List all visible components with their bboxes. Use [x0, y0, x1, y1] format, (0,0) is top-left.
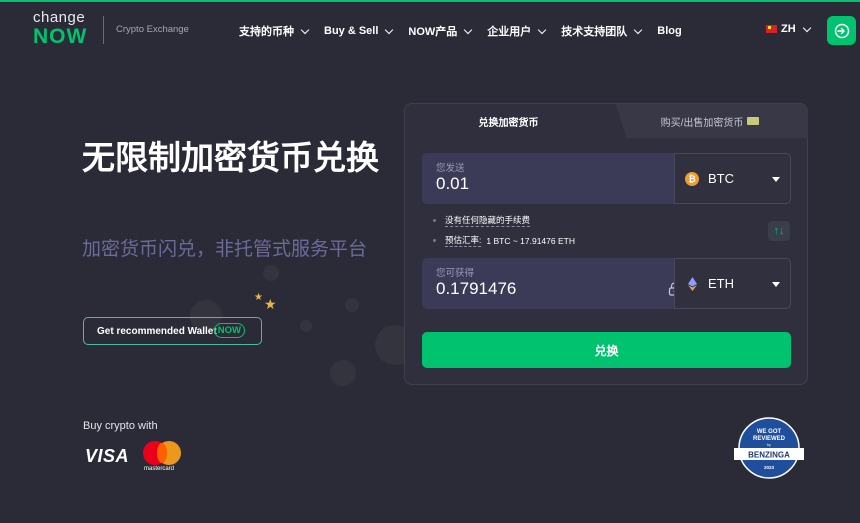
- nav-now-products[interactable]: NOW产品: [408, 23, 473, 39]
- login-button[interactable]: [827, 16, 856, 45]
- rate-value: 1 BTC ~ 17.91476 ETH: [486, 235, 575, 246]
- china-flag-icon: [766, 25, 777, 33]
- caret-down-icon: [772, 177, 780, 182]
- exchange-button[interactable]: 兑换: [422, 332, 791, 368]
- badge-line2: REVIEWED: [753, 436, 786, 442]
- hero-title: 无限制加密货币兑换: [82, 139, 379, 176]
- logo-divider: [103, 16, 104, 44]
- language-code: ZH: [781, 23, 796, 35]
- decorative-coin: [330, 360, 356, 386]
- receive-amount-input[interactable]: 您可获得 0.1791476: [422, 258, 681, 309]
- now-wallet-badge: NOW: [213, 323, 245, 338]
- nav-label: Blog: [657, 25, 682, 37]
- tab-exchange[interactable]: 兑换加密货币: [405, 104, 612, 138]
- send-currency-select[interactable]: ₿ BTC: [674, 153, 791, 204]
- no-fees-text: 没有任何隐藏的手续费: [445, 215, 531, 227]
- decorative-coin: [263, 265, 279, 281]
- nav-label: 技术支持团队: [561, 26, 628, 38]
- tab-label: 购买/出售加密货币: [660, 117, 744, 129]
- chevron-down-icon: [300, 25, 310, 34]
- chevron-down-icon: [464, 25, 473, 34]
- logo-bottom: NOW: [33, 25, 88, 48]
- receive-currency: ETH: [708, 276, 734, 291]
- send-amount: 0.01: [436, 174, 470, 193]
- benzinga-review-badge: WE GOT REVIEWED by BENZINGA 2023: [734, 417, 804, 479]
- bitcoin-icon: ₿: [685, 171, 699, 186]
- mastercard-label: mastercard: [144, 466, 175, 472]
- exchange-button-label: 兑换: [594, 343, 619, 358]
- main-nav: 支持的币种 Buy & Sell NOW产品 企业用户 技术支持团队 Blog: [239, 23, 698, 39]
- star-icon: ★: [254, 292, 263, 303]
- nav-label: 企业用户: [487, 26, 532, 38]
- exchange-widget: 购买/出售加密货币 兑换加密货币 您发送 0.01 ₿ BTC 没有任何隐藏的手…: [404, 103, 808, 385]
- send-amount-input[interactable]: 您发送 0.01: [422, 153, 674, 204]
- credit-card-icon: [747, 117, 760, 125]
- visa-logo: VISA: [85, 446, 130, 466]
- tab-label: 兑换加密货币: [478, 117, 539, 129]
- swap-currencies-button[interactable]: ↑↓: [768, 221, 790, 241]
- chevron-down-icon: [802, 23, 811, 32]
- language-selector[interactable]: ZH: [766, 23, 811, 35]
- receive-currency-select[interactable]: ETH: [674, 258, 791, 309]
- rate-label: 预估汇率:: [445, 235, 482, 247]
- badge-line1: WE GOT: [757, 429, 782, 435]
- swap-arrows-icon: ↑↓: [773, 225, 785, 237]
- nav-label: 支持的币种: [239, 26, 294, 38]
- nav-label: Buy & Sell: [324, 25, 379, 37]
- logo-top: change: [33, 9, 86, 26]
- recommended-wallet-button[interactable]: Get recommended Wallet NOW: [83, 317, 262, 345]
- tab-buy-sell[interactable]: 购买/出售加密货币: [612, 104, 808, 138]
- nav-label: NOW产品: [408, 26, 458, 38]
- nav-business[interactable]: 企业用户: [487, 23, 547, 39]
- ethereum-icon: [685, 276, 699, 291]
- nav-support[interactable]: 技术支持团队: [561, 23, 643, 39]
- header: change NOW Crypto Exchange 支持的币种 Buy & S…: [0, 2, 860, 58]
- decorative-coin: [300, 320, 312, 332]
- send-field: 您发送 0.01 ₿ BTC: [422, 153, 791, 204]
- logo-subtitle: Crypto Exchange: [116, 24, 189, 35]
- nav-buy-sell[interactable]: Buy & Sell: [324, 23, 394, 39]
- hero-subtitle: 加密货币闪兑，非托管式服务平台: [82, 239, 368, 260]
- nav-blog[interactable]: Blog: [657, 23, 681, 39]
- wallet-button-label: Get recommended Wallet: [97, 325, 217, 337]
- chevron-down-icon: [634, 25, 643, 34]
- receive-label: 您可获得: [436, 268, 475, 279]
- logo[interactable]: change NOW: [33, 10, 87, 47]
- star-icon: ★: [264, 296, 277, 312]
- receive-field: 您可获得 0.1791476 ETH: [422, 258, 791, 309]
- receive-amount: 0.1791476: [436, 279, 517, 298]
- info-no-fees: 没有任何隐藏的手续费: [433, 214, 531, 227]
- nav-supported-coins[interactable]: 支持的币种: [239, 23, 310, 39]
- info-rate: 预估汇率: 1 BTC ~ 17.91476 ETH: [433, 234, 575, 247]
- caret-down-icon: [772, 282, 780, 287]
- login-arrow-icon: [834, 23, 849, 38]
- badge-brand: BENZINGA: [748, 451, 790, 460]
- send-currency: BTC: [708, 171, 734, 186]
- buy-crypto-label: Buy crypto with: [83, 420, 158, 432]
- badge-line3: by: [767, 443, 771, 447]
- badge-year: 2023: [764, 465, 775, 470]
- send-label: 您发送: [436, 163, 465, 174]
- chevron-down-icon: [538, 25, 547, 34]
- decorative-coin: [345, 298, 359, 312]
- chevron-down-icon: [385, 25, 394, 34]
